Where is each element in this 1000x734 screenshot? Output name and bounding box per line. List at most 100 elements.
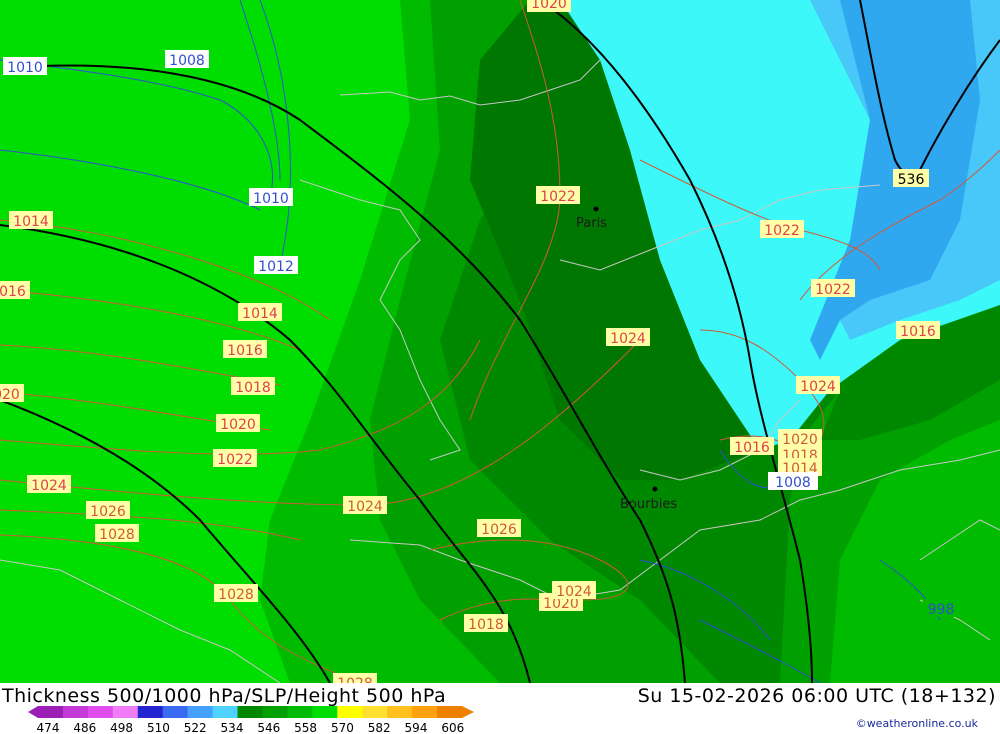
svg-text:1008: 1008 <box>775 475 811 491</box>
slp-label: 1016 <box>730 437 774 456</box>
svg-text:1028: 1028 <box>99 527 135 543</box>
slp-label: 1018 <box>464 614 508 633</box>
svg-text:1022: 1022 <box>540 189 576 205</box>
legend-swatch <box>237 706 263 718</box>
legend-swatch <box>112 706 139 718</box>
slp-label: 1024 <box>552 581 596 600</box>
svg-text:1020: 1020 <box>220 417 256 433</box>
slp-label: 1020 <box>0 384 24 403</box>
svg-text:1024: 1024 <box>610 331 646 347</box>
legend-swatch <box>437 706 463 718</box>
legend-swatch <box>162 706 189 718</box>
slp-label: 1016 <box>896 321 940 340</box>
svg-text:1028: 1028 <box>218 587 254 603</box>
slp-label: 1020 <box>527 0 571 12</box>
svg-text:1022: 1022 <box>815 282 851 298</box>
legend-tick-label: 570 <box>331 721 354 734</box>
legend-tick-label: 510 <box>147 721 170 734</box>
legend-arrow-right <box>462 706 474 718</box>
slp-label: 1018 <box>231 377 275 396</box>
legend-swatch <box>337 706 363 718</box>
svg-text:1018: 1018 <box>468 617 504 633</box>
credit-link[interactable]: ©weatheronline.co.uk <box>856 717 978 730</box>
legend-tick-label: 522 <box>184 721 207 734</box>
svg-text:998: 998 <box>928 602 955 618</box>
slp-label: 1024 <box>27 475 71 494</box>
svg-text:1024: 1024 <box>556 584 592 600</box>
legend-swatch <box>62 706 89 718</box>
svg-text:Paris: Paris <box>576 216 607 231</box>
svg-text:1026: 1026 <box>90 504 126 520</box>
slp-label-blue: 1010 <box>3 57 47 76</box>
svg-text:1028: 1028 <box>337 676 373 683</box>
legend-swatch <box>287 706 313 718</box>
slp-label: 1024 <box>606 328 650 347</box>
legend-swatch <box>262 706 288 718</box>
svg-text:1022: 1022 <box>764 223 800 239</box>
slp-label: 1028 <box>214 584 258 603</box>
slp-label-blue: 1012 <box>254 256 298 275</box>
slp-label: 1024 <box>343 496 387 515</box>
height-label: 536 <box>893 169 929 188</box>
legend-tick-label: 582 <box>368 721 391 734</box>
slp-label: 1026 <box>477 519 521 538</box>
legend-tick-label: 534 <box>221 721 244 734</box>
slp-label: 1024 <box>796 376 840 395</box>
legend-tick-label: 474 <box>37 721 60 734</box>
legend-tick-label: 594 <box>405 721 428 734</box>
color-legend: 474 486 498 510 522 534 546 558 570 582 594 606 <box>28 706 474 734</box>
svg-text:1012: 1012 <box>258 259 294 275</box>
map-title: Thickness 500/1000 hPa/SLP/Height 500 hP… <box>2 685 447 707</box>
svg-text:1024: 1024 <box>347 499 383 515</box>
svg-text:1026: 1026 <box>481 522 517 538</box>
legend-tick-label: 498 <box>110 721 133 734</box>
legend-swatch <box>387 706 413 718</box>
svg-text:536: 536 <box>898 172 925 188</box>
slp-label: 1014 <box>238 303 282 322</box>
slp-label: 1028 <box>95 524 139 543</box>
slp-label: 1022 <box>213 449 257 468</box>
legend-tick-label: 546 <box>257 721 280 734</box>
slp-label: 1014 <box>9 211 53 230</box>
footer: Thickness 500/1000 hPa/SLP/Height 500 hP… <box>0 683 1000 734</box>
svg-text:1016: 1016 <box>900 324 936 340</box>
svg-text:1024: 1024 <box>800 379 836 395</box>
slp-label-blue: 1008 <box>768 472 818 491</box>
legend-swatch <box>212 706 239 718</box>
slp-label: 1022 <box>811 279 855 298</box>
legend-swatch <box>412 706 438 718</box>
svg-text:1008: 1008 <box>169 53 205 69</box>
slp-label: 1016 <box>223 340 267 359</box>
legend-swatch <box>187 706 214 718</box>
svg-text:1014: 1014 <box>13 214 49 230</box>
legend-swatch <box>312 706 338 718</box>
legend-swatch <box>38 706 64 718</box>
slp-label: 1020 <box>216 414 260 433</box>
svg-text:1016: 1016 <box>734 440 770 456</box>
svg-text:1020: 1020 <box>531 0 567 12</box>
svg-text:Bourbies: Bourbies <box>620 497 677 512</box>
legend-tick-label: 606 <box>441 721 464 734</box>
svg-text:1010: 1010 <box>7 60 43 76</box>
svg-text:1010: 1010 <box>253 191 289 207</box>
slp-label: 1022 <box>760 220 804 239</box>
slp-label-blue: 1008 <box>165 50 209 69</box>
legend-swatch <box>137 706 164 718</box>
svg-text:1024: 1024 <box>31 478 67 494</box>
slp-label: 1028 <box>333 673 377 692</box>
svg-text:1020: 1020 <box>0 387 20 403</box>
legend-swatch <box>362 706 388 718</box>
legend-tick-label: 558 <box>294 721 317 734</box>
slp-label: 1022 <box>536 186 580 205</box>
legend-tick-label: 486 <box>73 721 96 734</box>
legend-swatch <box>87 706 114 718</box>
slp-label-blue: 998 <box>923 599 959 618</box>
svg-text:1016: 1016 <box>227 343 263 359</box>
legend-arrow-left <box>28 706 38 718</box>
svg-text:1016: 1016 <box>0 284 26 300</box>
weather-map: 1020 1022 1022 1022 1024 1016 1024 1016 … <box>0 0 1000 692</box>
slp-label: 1026 <box>86 501 130 520</box>
map-datetime: Su 15-02-2026 06:00 UTC (18+132) <box>637 685 996 707</box>
slp-label: 1016 <box>0 281 30 300</box>
svg-text:1018: 1018 <box>235 380 271 396</box>
